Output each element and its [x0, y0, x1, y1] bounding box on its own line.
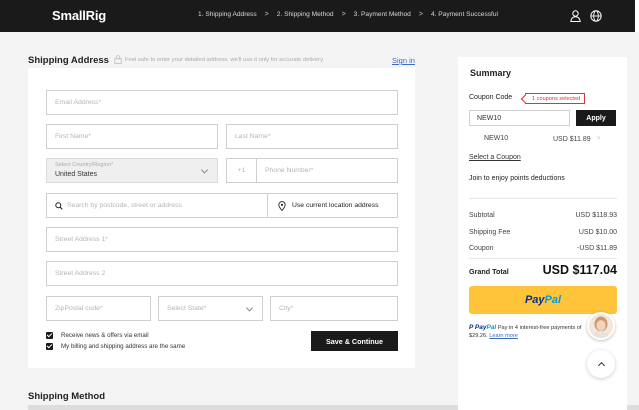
scroll-to-top-button[interactable]	[587, 350, 615, 378]
address-search-placeholder: Search by postcode, street or address	[67, 202, 182, 209]
country-select-label: Select Country/Region*	[55, 162, 114, 168]
user-icon[interactable]	[570, 10, 581, 22]
zip-code-field[interactable]: ZipPostal code*	[46, 296, 151, 321]
chevron-up-icon	[597, 361, 605, 369]
state-select-placeholder: Select State*	[167, 305, 207, 312]
use-location-button[interactable]: Use current location address	[267, 193, 398, 218]
chevron-right-icon: >	[264, 11, 269, 18]
top-navigation-bar: SmallRig 1. Shipping Address > 2. Shippi…	[0, 0, 639, 32]
paypal-pay-later-message: P PayPal Pay in 4 interest-free payments…	[469, 324, 591, 340]
grand-total-value: USD $117.04	[542, 263, 617, 277]
safe-note-text: Feel safe to enter your detailed address…	[125, 56, 325, 63]
step-shipping-address: 1. Shipping Address	[198, 11, 257, 18]
safe-note: Feel safe to enter your detailed address…	[114, 55, 324, 64]
applied-coupon-value: USD $11.89	[553, 136, 591, 143]
step-shipping-method: 2. Shipping Method	[276, 11, 334, 18]
shipping-address-title: Shipping Address	[28, 55, 109, 66]
grand-total-label: Grand Total	[469, 267, 509, 276]
chevron-right-icon: >	[418, 11, 423, 18]
subtotal-value: USD $118.93	[575, 212, 617, 219]
learn-more-link[interactable]: Learn more	[489, 333, 518, 339]
select-coupon-link[interactable]: Select a Coupon	[469, 154, 521, 161]
support-agent-avatar[interactable]	[587, 312, 615, 340]
address-search-input[interactable]: Search by postcode, street or address	[46, 193, 268, 218]
billing-same-checkbox-label: My billing and shipping address are the …	[61, 343, 186, 350]
phone-code-field[interactable]: +1	[226, 158, 257, 183]
shipping-fee-value: USD $10.00	[578, 229, 617, 236]
divider	[469, 258, 617, 259]
country-select-value: United States	[55, 171, 98, 178]
subtotal-label: Subtotal	[469, 212, 495, 219]
globe-icon[interactable]	[590, 10, 602, 22]
coupon-discount-label: Coupon	[469, 245, 494, 252]
checkout-steps: 1. Shipping Address > 2. Shipping Method…	[198, 11, 498, 18]
first-name-field[interactable]: First Name*	[46, 124, 218, 149]
chevron-down-icon	[245, 303, 254, 312]
save-continue-button[interactable]: Save & Continue	[311, 331, 398, 351]
coupon-code-input[interactable]: NEW10	[469, 110, 570, 126]
state-select[interactable]: Select State*	[158, 296, 263, 321]
email-field[interactable]: Email Address*	[46, 90, 398, 115]
news-checkbox-label: Receive news & offers via email	[61, 332, 149, 339]
use-location-label: Use current location address	[292, 202, 379, 209]
last-name-field[interactable]: Last Name*	[226, 124, 398, 149]
points-deduction-text[interactable]: Join to enjoy points deductions	[469, 175, 565, 182]
paypal-logo-pay: Pay	[524, 294, 545, 306]
shipping-method-title: Shipping Method	[28, 391, 106, 402]
country-select[interactable]: Select Country/Region* United States	[46, 158, 218, 183]
applied-coupon-code: NEW10	[484, 135, 509, 142]
step-payment-method: 3. Payment Method	[353, 11, 411, 18]
chevron-right-icon: >	[341, 11, 346, 18]
lock-icon	[114, 55, 122, 64]
location-pin-icon	[278, 200, 286, 211]
divider	[469, 198, 617, 199]
apply-coupon-button[interactable]: Apply	[576, 110, 616, 126]
chevron-down-icon	[200, 165, 209, 174]
paypal-small-logo: P PayPal	[469, 324, 497, 331]
paypal-logo-pal: Pal	[544, 294, 562, 306]
remove-coupon-icon[interactable]: ×	[597, 136, 601, 142]
search-icon	[55, 201, 63, 210]
window-edge	[635, 0, 639, 32]
street-address-2-field[interactable]: Street Address 2	[46, 261, 398, 286]
city-field[interactable]: City*	[270, 296, 398, 321]
coupon-discount-value: -USD $11.89	[577, 245, 617, 252]
coupon-code-label: Coupon Code	[469, 94, 513, 101]
agent-portrait-icon	[589, 314, 613, 338]
summary-title: Summary	[470, 68, 512, 78]
coupon-selected-badge: 1 coupons selected	[525, 93, 586, 104]
paypal-button[interactable]: Pay Pal	[469, 286, 617, 314]
billing-same-checkbox[interactable]	[46, 343, 53, 350]
step-payment-successful: 4. Payment Successful	[430, 11, 499, 18]
phone-number-field[interactable]: Phone Number*	[256, 158, 398, 183]
shipping-fee-label: Shipping Fee	[469, 229, 511, 236]
street-address-1-field[interactable]: Street Address 1*	[46, 227, 398, 252]
news-checkbox[interactable]	[46, 332, 53, 339]
smallrig-logo[interactable]: SmallRig	[52, 8, 106, 23]
sign-in-link[interactable]: Sign in	[392, 56, 415, 65]
